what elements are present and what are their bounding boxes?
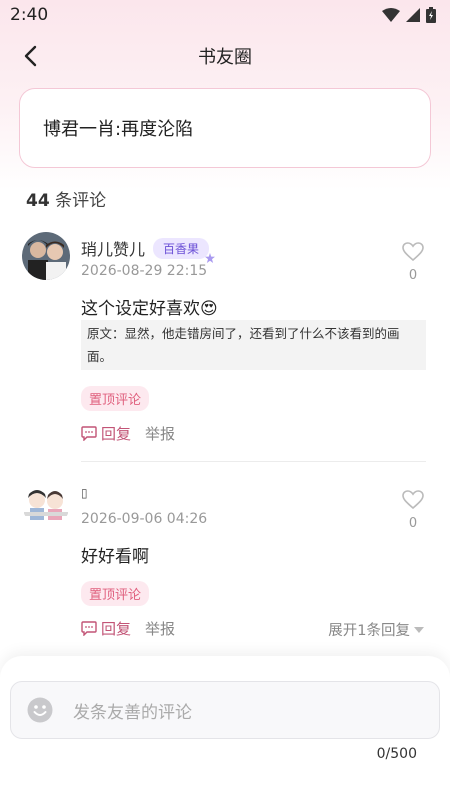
like-count: 0 — [408, 268, 418, 283]
comment-actions: 回复 举报 — [81, 618, 175, 639]
avatar[interactable] — [22, 480, 70, 528]
reply-button[interactable]: 回复 — [81, 618, 131, 639]
like-button[interactable]: 0 — [398, 242, 428, 283]
comment-bubble-icon — [81, 426, 97, 441]
caret-down-icon — [414, 626, 424, 633]
signal-icon — [406, 8, 420, 22]
expand-replies-button[interactable]: 展开1条回复 — [328, 619, 424, 640]
comment-text: 这个设定好喜欢😍 — [81, 299, 218, 319]
comment-input[interactable]: 发条友善的评论 — [10, 681, 440, 739]
heart-icon — [402, 242, 424, 262]
reply-button[interactable]: 回复 — [81, 423, 131, 444]
comment-timestamp: 2026-08-29 22:15 — [81, 263, 208, 279]
comment-count: 44 条评论 — [26, 186, 106, 211]
fan-badge-label: 百香果 — [163, 241, 200, 256]
quoted-text: 原文：显然，他走错房间了，还看到了什么不该看到的画面。 — [81, 320, 426, 370]
chevron-left-icon — [24, 45, 37, 67]
page-title: 书友圈 — [198, 47, 252, 68]
like-button[interactable]: 0 — [398, 490, 428, 531]
emoji-icon[interactable] — [27, 697, 53, 723]
comment-input-placeholder: 发条友善的评论 — [73, 702, 192, 723]
heart-icon — [402, 490, 424, 510]
comment-count-number: 44 — [26, 191, 50, 211]
book-title: 博君一肖:再度沦陷 — [43, 119, 194, 140]
comment-actions: 回复 举报 — [81, 423, 175, 444]
status-time: 2:40 — [10, 5, 49, 25]
comment-text: 好好看啊 — [81, 547, 149, 567]
username-row: 琑儿赞儿 百香果 — [81, 236, 216, 263]
char-counter: 0/500 — [376, 746, 417, 762]
battery-icon — [426, 7, 436, 23]
pinned-tag: 置顶评论 — [81, 581, 150, 606]
comment-bubble-icon — [81, 621, 97, 636]
comment-timestamp: 2026-09-06 04:26 — [81, 511, 208, 527]
username-row: ▯ — [81, 486, 88, 500]
expand-replies-label: 展开1条回复 — [328, 623, 410, 639]
username[interactable]: 琑儿赞儿 — [81, 236, 145, 260]
status-bar: 2:40 — [0, 0, 450, 30]
comment-composer: 发条友善的评论 0/500 — [0, 656, 450, 800]
like-count: 0 — [408, 516, 418, 531]
report-button[interactable]: 举报 — [145, 423, 175, 444]
divider — [81, 461, 426, 462]
fan-badge: 百香果 — [153, 237, 216, 263]
book-card[interactable]: 博君一肖:再度沦陷 — [19, 88, 431, 168]
nav-bar: 书友圈 — [0, 34, 450, 78]
comment-count-label: 条评论 — [49, 191, 107, 211]
status-icons — [382, 7, 436, 23]
reply-label: 回复 — [101, 620, 132, 638]
report-button[interactable]: 举报 — [145, 618, 175, 639]
username[interactable]: ▯ — [81, 486, 88, 500]
wifi-icon — [382, 8, 400, 22]
back-button[interactable] — [14, 40, 46, 72]
star-icon — [205, 252, 216, 263]
avatar[interactable] — [22, 232, 70, 280]
pinned-tag: 置顶评论 — [81, 386, 150, 411]
reply-label: 回复 — [101, 425, 132, 443]
